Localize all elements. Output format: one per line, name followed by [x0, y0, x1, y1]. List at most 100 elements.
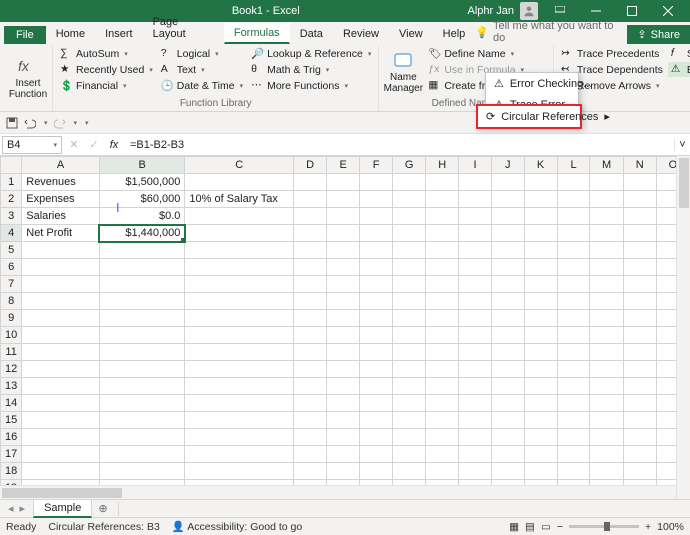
col-header-I[interactable]: I [459, 157, 492, 174]
cell[interactable] [557, 293, 590, 310]
cell[interactable] [491, 208, 524, 225]
cell[interactable] [22, 378, 100, 395]
cell[interactable] [590, 395, 623, 412]
row-header[interactable]: 15 [1, 412, 22, 429]
define-name-button[interactable]: 🏷Define Name▾ [425, 46, 549, 61]
cell[interactable] [491, 344, 524, 361]
cell[interactable] [590, 191, 623, 208]
cell[interactable] [524, 327, 557, 344]
chevron-down-icon[interactable]: ▾ [44, 119, 48, 127]
cell[interactable] [491, 446, 524, 463]
cell[interactable] [185, 276, 294, 293]
cell[interactable] [623, 327, 656, 344]
cell[interactable] [99, 395, 184, 412]
cell[interactable] [524, 208, 557, 225]
cell[interactable]: $0.0 [99, 208, 184, 225]
cell[interactable] [426, 259, 459, 276]
col-header-N[interactable]: N [623, 157, 656, 174]
cell[interactable] [294, 446, 327, 463]
cell[interactable] [623, 259, 656, 276]
cell[interactable] [524, 446, 557, 463]
cell[interactable] [294, 378, 327, 395]
row-header[interactable]: 7 [1, 276, 22, 293]
undo-button[interactable] [24, 117, 36, 129]
cell[interactable] [99, 412, 184, 429]
cell[interactable] [426, 293, 459, 310]
cell[interactable] [590, 293, 623, 310]
cell[interactable] [491, 174, 524, 191]
cell[interactable] [623, 395, 656, 412]
cell[interactable] [22, 446, 100, 463]
cell[interactable] [294, 463, 327, 480]
cell[interactable] [393, 344, 426, 361]
cell[interactable] [294, 429, 327, 446]
row-header[interactable]: 11 [1, 344, 22, 361]
cell[interactable] [623, 344, 656, 361]
cell[interactable] [426, 174, 459, 191]
cell[interactable] [459, 378, 492, 395]
col-header-L[interactable]: L [557, 157, 590, 174]
cell[interactable] [327, 242, 360, 259]
autosum-button[interactable]: ∑AutoSum▾ [57, 46, 156, 61]
cell[interactable] [491, 276, 524, 293]
cell[interactable] [590, 327, 623, 344]
view-page-break-icon[interactable]: ▭ [541, 521, 551, 533]
col-header-G[interactable]: G [393, 157, 426, 174]
cancel-formula-icon[interactable]: ✕ [64, 138, 84, 151]
cell[interactable] [524, 463, 557, 480]
col-header-F[interactable]: F [360, 157, 393, 174]
share-button[interactable]: ⇪ Share [627, 25, 690, 44]
cell[interactable] [294, 276, 327, 293]
tab-insert[interactable]: Insert [95, 24, 143, 44]
cell[interactable] [459, 208, 492, 225]
row-header[interactable]: 4 [1, 225, 22, 242]
cell[interactable] [99, 378, 184, 395]
logical-button[interactable]: ?Logical▾ [158, 46, 246, 61]
cell[interactable] [393, 225, 426, 242]
cell[interactable] [557, 463, 590, 480]
vertical-scrollbar[interactable] [676, 156, 690, 499]
cell[interactable] [459, 395, 492, 412]
cell[interactable] [393, 327, 426, 344]
cell[interactable] [22, 242, 100, 259]
tab-file[interactable]: File [4, 26, 46, 44]
cell[interactable] [590, 378, 623, 395]
cell[interactable] [459, 276, 492, 293]
cell[interactable] [294, 293, 327, 310]
menu-error-checking[interactable]: ⚠Error Checking... [486, 73, 578, 94]
cell[interactable] [557, 174, 590, 191]
cell[interactable] [185, 174, 294, 191]
cell[interactable] [623, 242, 656, 259]
cell[interactable] [426, 344, 459, 361]
cell[interactable] [459, 412, 492, 429]
cell[interactable] [185, 208, 294, 225]
redo-button[interactable] [54, 117, 66, 129]
cell[interactable] [185, 344, 294, 361]
cell[interactable] [22, 276, 100, 293]
cell[interactable] [524, 412, 557, 429]
cell[interactable] [327, 446, 360, 463]
cell[interactable] [491, 429, 524, 446]
horizontal-scrollbar[interactable] [0, 485, 676, 499]
cell[interactable] [22, 463, 100, 480]
cell[interactable] [590, 463, 623, 480]
zoom-in-button[interactable]: + [645, 521, 651, 533]
cell[interactable] [426, 225, 459, 242]
formula-input[interactable]: =B1-B2-B3 [124, 137, 674, 153]
cell[interactable] [360, 259, 393, 276]
cell[interactable]: Net Profit [22, 225, 100, 242]
financial-button[interactable]: 💲Financial▾ [57, 78, 156, 93]
cell[interactable] [99, 293, 184, 310]
cell[interactable] [327, 463, 360, 480]
cell[interactable] [294, 259, 327, 276]
cell[interactable] [426, 378, 459, 395]
cell[interactable] [623, 429, 656, 446]
cell[interactable] [99, 242, 184, 259]
cell[interactable] [426, 242, 459, 259]
cell[interactable] [327, 191, 360, 208]
cell[interactable] [557, 327, 590, 344]
cell[interactable] [294, 327, 327, 344]
cell[interactable] [327, 412, 360, 429]
cell[interactable] [185, 327, 294, 344]
cell[interactable] [557, 242, 590, 259]
